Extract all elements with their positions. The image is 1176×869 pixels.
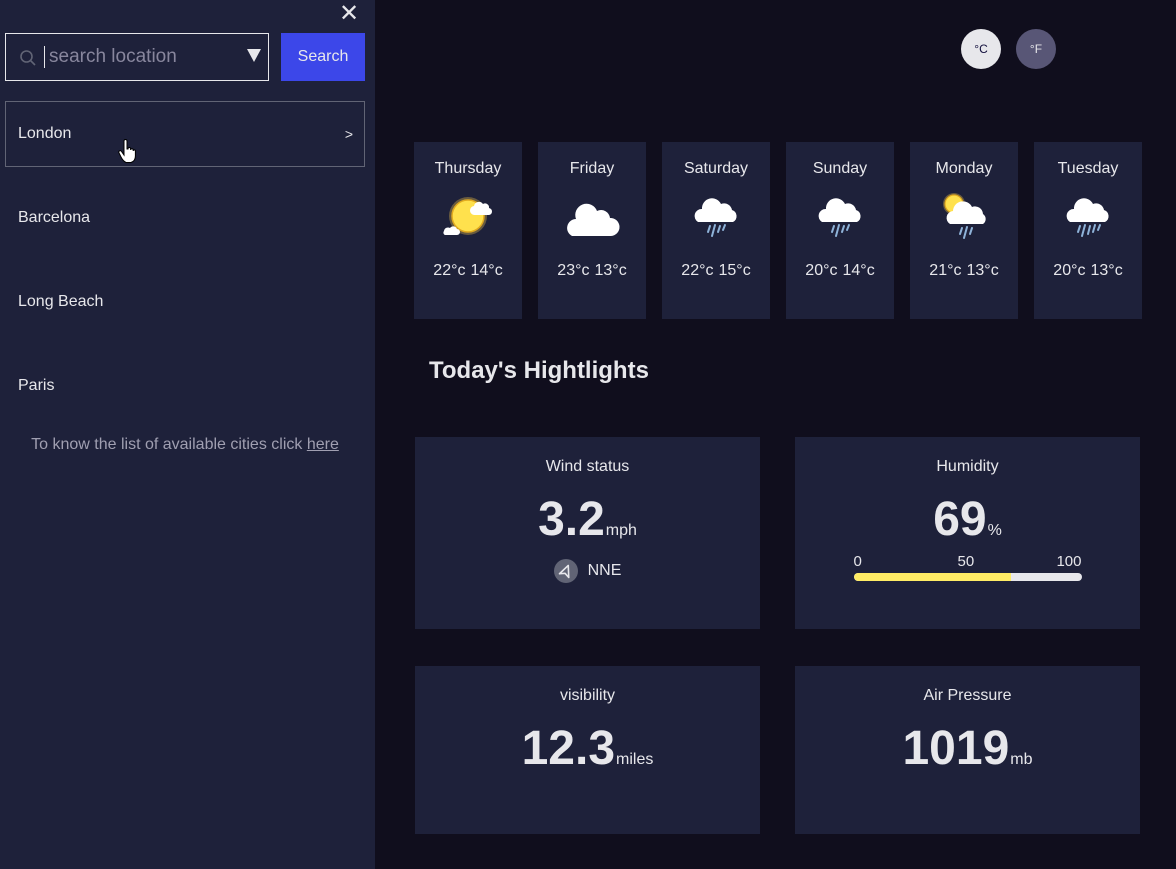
card-label: Humidity xyxy=(936,458,999,475)
wind-speed: 3.2 xyxy=(538,493,605,546)
temp-max: 22°c xyxy=(433,262,466,279)
close-icon[interactable]: ✕ xyxy=(338,2,360,26)
temp-min: 14°c xyxy=(842,262,875,279)
forecast-card-thursday: Thursday 22°c 14°c xyxy=(414,142,522,319)
forecast-card-friday: Friday 23°c 13°c xyxy=(538,142,646,319)
air-pressure-card: Air Pressure 1019 mb xyxy=(795,666,1140,834)
wind-unit: mph xyxy=(605,522,637,539)
visibility-card: visibility 12.3 miles xyxy=(415,666,760,834)
wind-value: 3.2 mph xyxy=(415,492,760,547)
temperature-range: 23°c 13°c xyxy=(557,262,626,280)
forecast-card-monday: Monday 21°c 13°c xyxy=(910,142,1018,319)
temperature-range: 20°c 14°c xyxy=(805,262,874,280)
chevron-right-icon: > xyxy=(344,126,353,142)
city-name: London xyxy=(18,125,72,142)
navigation-arrow-icon xyxy=(553,559,578,583)
forecast-list: Thursday 22°c 14°c Friday 23°c 13°c Satu… xyxy=(414,142,1142,319)
card-label: Wind status xyxy=(545,458,630,475)
forecast-card-tuesday: Tuesday 20°c 13°c xyxy=(1034,142,1142,319)
forecast-card-sunday: Sunday 20°c 14°c xyxy=(786,142,894,319)
rain-icon xyxy=(694,198,737,237)
day-name: Friday xyxy=(569,160,615,177)
help-text: To know the list of available cities cli… xyxy=(0,436,370,454)
temp-min: 13°c xyxy=(966,262,999,279)
card-label: visibility xyxy=(559,687,616,704)
visibility-value: 12.3 miles xyxy=(415,721,760,776)
day-name: Saturday xyxy=(683,160,749,177)
temp-max: 20°c xyxy=(805,262,838,279)
temperature-range: 21°c 13°c xyxy=(929,262,998,280)
humidity-card: Humidity 69 % 0 50 100 xyxy=(795,437,1140,629)
pressure-amount: 1019 xyxy=(902,722,1010,775)
city-name: Long Beach xyxy=(18,293,104,310)
wind-direction: NNE xyxy=(415,559,760,583)
search-icon xyxy=(20,50,36,66)
sun-rain-icon xyxy=(943,193,986,239)
pressure-value: 1019 mb xyxy=(795,721,1140,776)
sun-cloud-icon xyxy=(443,197,493,235)
day-name: Monday xyxy=(935,160,993,177)
visibility-distance: 12.3 xyxy=(521,722,616,775)
humidity-value: 69 % xyxy=(795,492,1140,547)
search-input[interactable] xyxy=(44,46,234,68)
city-name: Paris xyxy=(18,377,55,394)
celsius-button[interactable]: °C xyxy=(961,29,1001,69)
temp-max: 20°c xyxy=(1053,262,1086,279)
dropdown-arrow-icon[interactable] xyxy=(247,49,261,62)
city-name: Barcelona xyxy=(18,209,91,226)
pressure-unit: mb xyxy=(1010,751,1033,768)
temperature-range: 22°c 15°c xyxy=(681,262,750,280)
card-label: Air Pressure xyxy=(923,687,1012,704)
humidity-progress-fill xyxy=(853,573,1011,581)
wind-status-card: Wind status 3.2 mph NNE xyxy=(415,437,760,629)
temperature-range: 22°c 14°c xyxy=(433,262,502,280)
search-sidebar: ✕ Search London > Barcelona Long Beach P… xyxy=(0,0,375,869)
fahrenheit-button[interactable]: °F xyxy=(1016,29,1056,69)
help-link[interactable]: here xyxy=(307,436,339,453)
humidity-unit: % xyxy=(987,522,1002,539)
help-text-label: To know the list of available cities cli… xyxy=(31,436,307,453)
city-item-barcelona[interactable]: Barcelona xyxy=(5,185,365,251)
search-button[interactable]: Search xyxy=(281,33,365,81)
day-name: Tuesday xyxy=(1057,160,1119,177)
day-name: Thursday xyxy=(434,160,502,177)
temperature-range: 20°c 13°c xyxy=(1053,262,1122,280)
city-item-london[interactable]: London > xyxy=(5,101,365,167)
day-name: Sunday xyxy=(812,160,868,177)
city-item-long-beach[interactable]: Long Beach xyxy=(5,269,365,335)
forecast-card-saturday: Saturday 22°c 15°c xyxy=(662,142,770,319)
scale-tick: 100 xyxy=(1056,553,1082,570)
search-box xyxy=(5,33,269,81)
hand-pointer-icon xyxy=(118,139,136,163)
humidity-percent: 69 xyxy=(933,493,987,546)
temp-min: 13°c xyxy=(1090,262,1123,279)
city-item-paris[interactable]: Paris xyxy=(5,353,365,419)
humidity-scale: 0 50 100 xyxy=(853,553,1082,585)
humidity-progress-bar xyxy=(853,573,1082,581)
temp-max: 22°c xyxy=(681,262,714,279)
cloud-icon xyxy=(567,203,620,236)
city-list: London > Barcelona Long Beach Paris xyxy=(5,101,365,419)
rain-icon xyxy=(818,198,861,237)
rain-icon xyxy=(1066,198,1109,237)
temp-max: 23°c xyxy=(557,262,590,279)
scale-tick: 50 xyxy=(957,553,975,570)
temp-min: 14°c xyxy=(470,262,503,279)
temp-min: 15°c xyxy=(718,262,751,279)
temp-min: 13°c xyxy=(594,262,627,279)
visibility-unit: miles xyxy=(616,751,654,768)
scale-tick: 0 xyxy=(853,553,862,570)
highlights-title: Today's Hightlights xyxy=(429,357,649,384)
wind-direction-label: NNE xyxy=(587,562,622,579)
temp-max: 21°c xyxy=(929,262,962,279)
